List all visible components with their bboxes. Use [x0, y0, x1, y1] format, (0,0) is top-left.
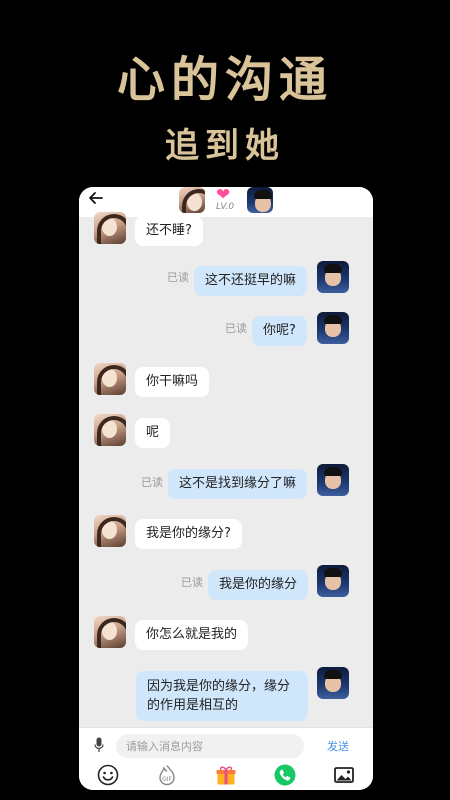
message-bubble-incoming[interactable]: 你怎么就是我的 [135, 620, 249, 650]
intimacy-level: LV.0 [216, 202, 235, 212]
my-avatar[interactable] [247, 187, 273, 213]
read-status: 已读 [181, 576, 203, 589]
message-bubble-outgoing[interactable]: 你呢? [252, 316, 307, 346]
phone-screen: ❤ LV.0 还不睡? 已读 这不还挺早的嘛 已读 你呢? 你干嘛吗 呢 已读 … [79, 187, 373, 790]
message-bubble-outgoing[interactable]: 这不还挺早的嘛 [194, 266, 308, 296]
contact-avatar[interactable] [94, 363, 126, 395]
heart-icon: ❤ [216, 187, 231, 205]
gift-icon[interactable] [215, 764, 237, 786]
message-bubble-incoming[interactable]: 你干嘛吗 [135, 367, 210, 397]
promo-title-line1: 心的沟通 [116, 52, 333, 108]
contact-avatar[interactable] [94, 515, 126, 547]
message-bubble-incoming[interactable]: 我是你的缘分? [135, 519, 242, 549]
message-bubble-outgoing[interactable]: 我是你的缘分 [208, 570, 309, 600]
input-bar: 发送 [79, 727, 373, 761]
message-bubble-incoming[interactable]: 呢 [135, 418, 171, 448]
image-icon[interactable] [333, 764, 355, 786]
contact-avatar[interactable] [94, 212, 126, 244]
promo-title-line2: 追到她 [165, 126, 285, 166]
my-avatar[interactable] [317, 261, 349, 293]
read-status: 已读 [167, 271, 189, 284]
my-avatar[interactable] [317, 667, 349, 699]
microphone-icon[interactable] [94, 737, 104, 753]
gif-icon[interactable]: GIF [156, 764, 178, 786]
my-avatar[interactable] [317, 312, 349, 344]
send-button[interactable]: 发送 [327, 738, 349, 754]
emoji-icon[interactable] [97, 764, 119, 786]
message-bubble-outgoing[interactable]: 这不是找到缘分了嘛 [168, 469, 308, 499]
phone-call-icon[interactable] [274, 764, 296, 786]
bottom-toolbar: GIF [79, 761, 373, 790]
contact-avatar[interactable] [179, 187, 205, 213]
my-avatar[interactable] [317, 464, 349, 496]
message-bubble-outgoing[interactable]: 因为我是你的缘分，缘分的作用是相互的 [136, 671, 308, 721]
message-bubble-incoming[interactable]: 还不睡? [135, 216, 203, 246]
read-status: 已读 [225, 322, 247, 335]
gif-label: GIF [162, 776, 172, 783]
back-arrow-icon[interactable] [88, 190, 110, 212]
read-status: 已读 [141, 476, 163, 489]
contact-avatar[interactable] [94, 616, 126, 648]
my-avatar[interactable] [317, 565, 349, 597]
contact-avatar[interactable] [94, 414, 126, 446]
message-input[interactable] [116, 734, 304, 758]
